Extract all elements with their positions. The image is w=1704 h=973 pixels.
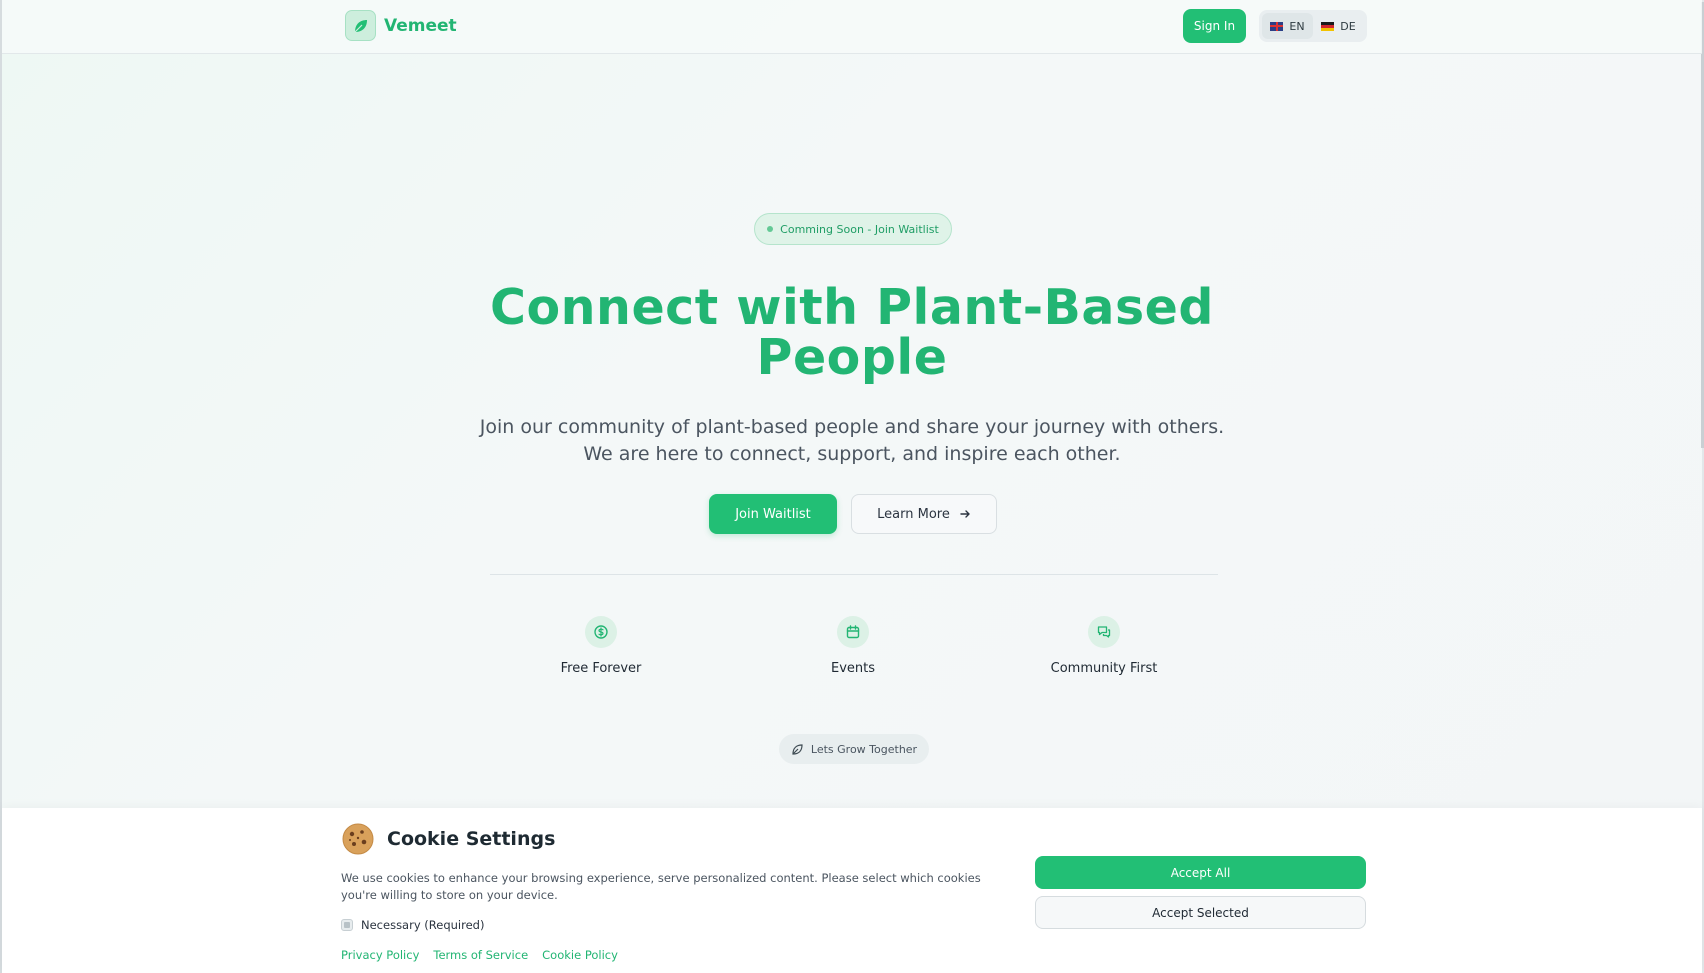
calendar-icon [837, 616, 869, 648]
feature-label: Free Forever [560, 661, 642, 676]
uk-flag-icon [1270, 21, 1284, 31]
brand-name: Vemeet [384, 15, 457, 36]
tagline-text: Lets Grow Together [810, 742, 918, 756]
cookie-policy-link[interactable]: Cookie Policy [542, 948, 618, 962]
hero-subtitle: Join our community of plant-based people… [400, 414, 1304, 468]
feature-label: Events [830, 661, 875, 676]
status-dot-icon [767, 226, 774, 232]
cookie-description: We use cookies to enhance your browsing … [341, 871, 981, 902]
feature-label: Community First [1050, 661, 1158, 676]
coming-soon-badge[interactable]: Comming Soon - Join Waitlist [754, 213, 952, 245]
language-code: DE [1340, 19, 1356, 33]
learn-more-label: Learn More [877, 506, 950, 522]
cookie-header: Cookie Settings [341, 822, 555, 856]
terms-of-service-link[interactable]: Terms of Service [433, 948, 528, 962]
tagline-pill: Lets Grow Together [779, 734, 929, 764]
hero-subtitle-line2: We are here to connect, support, and ins… [583, 443, 1121, 465]
necessary-label: Necessary (Required) [361, 918, 485, 932]
language-option-en[interactable]: EN [1262, 13, 1313, 39]
badge-text: Comming Soon - Join Waitlist [780, 222, 939, 236]
de-flag-icon [1321, 21, 1335, 31]
top-navbar: Vemeet Sign In EN DE [2, 0, 1702, 54]
necessary-cookie-option: Necessary (Required) [341, 918, 484, 932]
feature-free-forever: Free Forever [501, 616, 701, 676]
language-switcher: EN DE [1259, 10, 1367, 42]
hero-subtitle-line1: Join our community of plant-based people… [479, 416, 1225, 438]
hero-title-line2: People [756, 329, 948, 386]
cookie-icon [342, 823, 374, 855]
brand[interactable]: Vemeet [345, 10, 457, 41]
sign-in-button[interactable]: Sign In [1183, 9, 1246, 43]
language-code: EN [1289, 19, 1305, 33]
arrow-right-icon [960, 510, 970, 518]
section-divider [490, 574, 1218, 575]
cookie-title: Cookie Settings [387, 828, 556, 850]
leaf-logo-icon [345, 10, 376, 41]
feature-community-first: Community First [1004, 616, 1204, 676]
feature-events: Events [753, 616, 953, 676]
cookie-settings-panel: Cookie Settings We use cookies to enhanc… [2, 808, 1702, 973]
learn-more-button[interactable]: Learn More [851, 494, 997, 534]
hero-title-line1: Connect with Plant-Based [490, 279, 1214, 336]
hero-title: Connect with Plant-Based People [400, 283, 1304, 383]
privacy-policy-link[interactable]: Privacy Policy [341, 948, 419, 962]
join-waitlist-button[interactable]: Join Waitlist [709, 494, 837, 534]
accept-selected-button[interactable]: Accept Selected [1035, 896, 1366, 929]
leaf-icon [792, 743, 803, 755]
accept-all-button[interactable]: Accept All [1035, 856, 1366, 889]
dollar-icon [585, 616, 617, 648]
necessary-checkbox[interactable] [341, 919, 353, 931]
cookie-links: Privacy Policy Terms of Service Cookie P… [341, 948, 618, 962]
language-option-de[interactable]: DE [1313, 13, 1364, 39]
chat-icon [1088, 616, 1120, 648]
